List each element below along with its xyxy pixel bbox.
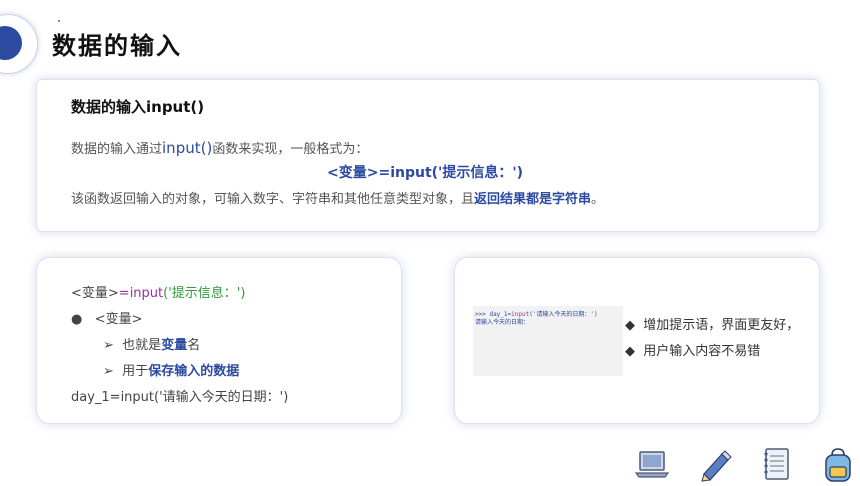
sub-text: 也就是: [122, 338, 162, 353]
notebook-icon: [756, 446, 796, 482]
variable-highlight: 变量: [161, 338, 188, 353]
variable-label: <变量>: [94, 312, 143, 327]
laptop-icon: [632, 446, 672, 482]
return-highlight: 返回结果都是字符串: [474, 192, 592, 207]
benefit-item-2: ◆ 用户输入内容不易错: [625, 340, 760, 359]
definition-text: 数据的输入通过: [71, 142, 163, 157]
definition-card: 数据的输入input() 数据的输入通过input()函数来实现，一般格式为： …: [36, 79, 820, 232]
syntax-example: <变量>=input('提示信息：'): [71, 282, 245, 301]
dot-mark: [58, 20, 60, 22]
bullet-dot-icon: ●: [71, 312, 83, 327]
syntax-card: <变量>=input('提示信息：') ● <变量> ➢ 也就是变量名 ➢ 用于…: [36, 257, 402, 424]
definition-text-end: 函数来实现，一般格式为：: [212, 142, 369, 157]
sub-text-end: 名: [187, 338, 201, 353]
console-arg: ('请输入今天的日期：'): [529, 311, 598, 318]
return-text: 该函数返回输入的对象，可输入数字、字符串和其他任意类型对象，且: [71, 192, 475, 207]
pencil-icon: [696, 446, 736, 482]
definition-line: 数据的输入通过input()函数来实现，一般格式为：: [71, 138, 368, 157]
bullet-variable: ● <变量>: [71, 308, 143, 327]
sub-bullet-name: ➢ 也就是变量名: [103, 334, 200, 353]
input-function-name: input(): [162, 139, 213, 157]
sub-text: 用于: [122, 364, 149, 379]
purpose-highlight: 保存输入的数据: [148, 364, 240, 379]
example-card: >>> day_1=input('请输入今天的日期：') 请输入今天的日期： ◆…: [454, 257, 820, 424]
benefit-text-2: 用户输入内容不易错: [643, 344, 761, 359]
arrow-bullet-icon: ➢: [103, 364, 114, 379]
section-title: 数据的输入input(): [71, 98, 205, 116]
code-example: day_1=input('请输入今天的日期：'): [71, 390, 289, 405]
benefit-item-1: ◆ 增加提示语，界面更友好，: [625, 314, 799, 333]
backpack-icon: [818, 446, 858, 482]
diamond-bullet-icon: ◆: [625, 318, 635, 333]
prompt-token: ('提示信息：'): [163, 286, 246, 301]
return-period: 。: [591, 192, 605, 207]
return-line: 该函数返回输入的对象，可输入数字、字符串和其他任意类型对象，且返回结果都是字符串…: [71, 188, 604, 207]
diamond-bullet-icon: ◆: [625, 344, 635, 359]
console-screenshot: >>> day_1=input('请输入今天的日期：') 请输入今天的日期：: [473, 306, 623, 376]
variable-token: <变量>: [71, 286, 119, 301]
console-line-2: 请输入今天的日期：: [475, 319, 530, 326]
input-token: =input: [118, 286, 164, 301]
syntax-text: <变量>=input('提示信息：'): [327, 165, 524, 181]
syntax-line: <变量>=input('提示信息：'): [327, 162, 523, 182]
benefit-text-1: 增加提示语，界面更友好，: [643, 318, 800, 333]
arrow-bullet-icon: ➢: [103, 338, 114, 353]
sub-bullet-purpose: ➢ 用于保存输入的数据: [103, 360, 239, 379]
page-title: 数据的输入: [52, 32, 182, 60]
